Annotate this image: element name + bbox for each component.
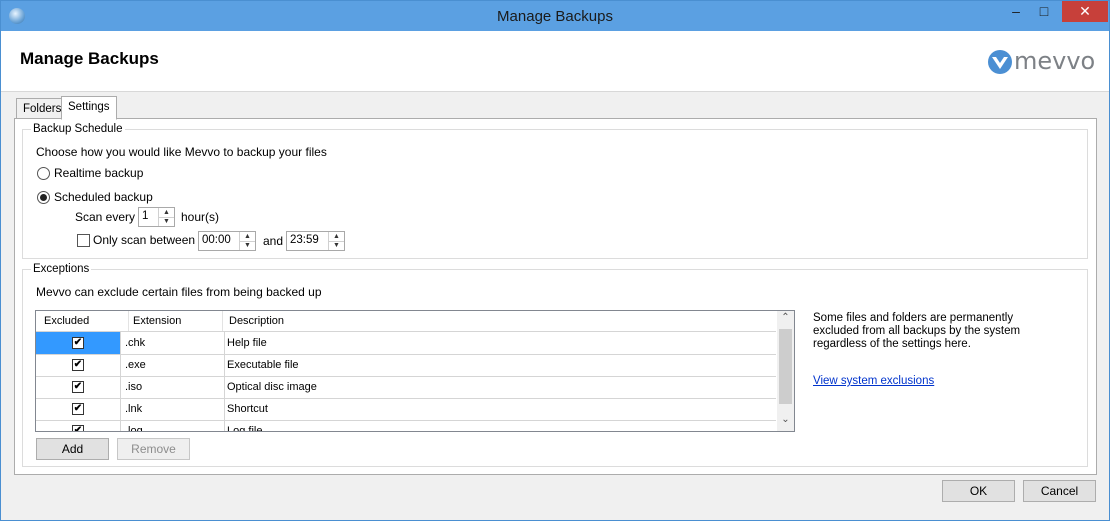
mevvo-logo-icon: [988, 50, 1012, 74]
description-cell: Log file: [227, 425, 263, 432]
extension-cell: .iso: [121, 376, 225, 398]
start-time-picker[interactable]: 00:00 ▲ ▼: [198, 231, 256, 251]
title-bar[interactable]: Manage Backups – □ ✕: [1, 1, 1109, 31]
header-panel: Manage Backups mevvo: [1, 31, 1109, 92]
start-time-value[interactable]: 00:00: [202, 234, 231, 246]
scrollbar-thumb[interactable]: [779, 329, 792, 404]
manage-backups-window: Manage Backups – □ ✕ Manage Backups mevv…: [0, 0, 1110, 521]
scan-every-stepper[interactable]: 1 ▲ ▼: [138, 207, 175, 227]
only-scan-checkbox[interactable]: [77, 234, 90, 247]
only-scan-label[interactable]: Only scan between: [93, 233, 195, 247]
tab-settings[interactable]: Settings: [61, 96, 117, 120]
table-header: Excluded Extension Description: [36, 311, 776, 332]
scroll-up-icon[interactable]: ⌃: [777, 312, 794, 323]
table-row[interactable]: ✔ .lnk Shortcut: [36, 398, 776, 421]
excluded-cell[interactable]: ✔: [36, 420, 121, 431]
table-row[interactable]: ✔ .iso Optical disc image: [36, 376, 776, 399]
exceptions-legend: Exceptions: [33, 263, 90, 275]
view-system-exclusions-link[interactable]: View system exclusions: [813, 375, 934, 387]
page-title: Manage Backups: [20, 49, 159, 68]
scan-every-spin-buttons[interactable]: ▲ ▼: [158, 208, 174, 226]
table-row[interactable]: ✔ .exe Executable file: [36, 354, 776, 377]
description-cell: Executable file: [227, 359, 299, 371]
ok-button[interactable]: OK: [942, 480, 1015, 502]
excluded-cell[interactable]: ✔: [36, 398, 121, 420]
settings-panel: Backup Schedule Choose how you would lik…: [14, 118, 1097, 475]
spin-down-icon[interactable]: ▼: [329, 241, 344, 250]
scan-every-label: Scan every: [75, 210, 136, 224]
close-button[interactable]: ✕: [1062, 1, 1108, 22]
description-cell: Optical disc image: [227, 381, 317, 393]
window-title: Manage Backups: [497, 8, 613, 25]
spin-down-icon[interactable]: ▼: [159, 217, 174, 226]
schedule-description: Choose how you would like Mevvo to backu…: [36, 145, 327, 159]
spin-down-icon[interactable]: ▼: [240, 241, 255, 250]
add-button[interactable]: Add: [36, 438, 109, 460]
excluded-checkbox[interactable]: ✔: [72, 381, 84, 393]
minimize-button[interactable]: –: [1002, 1, 1030, 22]
scan-every-value[interactable]: 1: [142, 210, 148, 222]
cancel-button[interactable]: Cancel: [1023, 480, 1096, 502]
excluded-checkbox[interactable]: ✔: [72, 403, 84, 415]
excluded-checkbox[interactable]: ✔: [72, 337, 84, 349]
extension-cell: .log: [121, 420, 225, 431]
system-exclusions-note: Some files and folders are permanently e…: [813, 312, 1021, 350]
remove-button[interactable]: Remove: [117, 438, 190, 460]
exceptions-table[interactable]: Excluded Extension Description ✔ .chk Help…: [35, 310, 795, 432]
table-row[interactable]: ✔ .log Log file: [36, 420, 776, 432]
scroll-down-icon[interactable]: ⌄: [777, 414, 794, 425]
column-header-excluded[interactable]: Excluded: [36, 311, 129, 331]
extension-cell: .chk: [121, 332, 225, 354]
extension-cell: .lnk: [121, 398, 225, 420]
and-label: and: [263, 234, 284, 248]
excluded-checkbox[interactable]: ✔: [72, 425, 84, 431]
logo-text: mevvo: [1014, 47, 1096, 75]
excluded-cell[interactable]: ✔: [36, 376, 121, 398]
maximize-button[interactable]: □: [1030, 1, 1058, 22]
start-time-spin-buttons[interactable]: ▲ ▼: [239, 232, 255, 250]
column-header-extension[interactable]: Extension: [129, 311, 223, 331]
excluded-checkbox[interactable]: ✔: [72, 359, 84, 371]
column-header-description[interactable]: Description: [223, 311, 769, 331]
scan-unit-label: hour(s): [181, 210, 220, 224]
realtime-backup-label[interactable]: Realtime backup: [54, 166, 143, 180]
table-scrollbar[interactable]: ⌃ ⌄: [777, 311, 794, 431]
excluded-cell[interactable]: ✔: [36, 332, 121, 354]
end-time-picker[interactable]: 23:59 ▲ ▼: [286, 231, 345, 251]
end-time-spin-buttons[interactable]: ▲ ▼: [328, 232, 344, 250]
description-cell: Help file: [227, 337, 267, 349]
description-cell: Shortcut: [227, 403, 268, 415]
excluded-cell[interactable]: ✔: [36, 354, 121, 376]
scheduled-backup-radio[interactable]: [37, 191, 50, 204]
scheduled-backup-label[interactable]: Scheduled backup: [54, 190, 153, 204]
table-row[interactable]: ✔ .chk Help file: [36, 332, 776, 355]
realtime-backup-radio[interactable]: [37, 167, 50, 180]
extension-cell: .exe: [121, 354, 225, 376]
exceptions-description: Mevvo can exclude certain files from bei…: [36, 285, 322, 299]
backup-schedule-legend: Backup Schedule: [33, 123, 123, 135]
end-time-value[interactable]: 23:59: [290, 234, 319, 246]
